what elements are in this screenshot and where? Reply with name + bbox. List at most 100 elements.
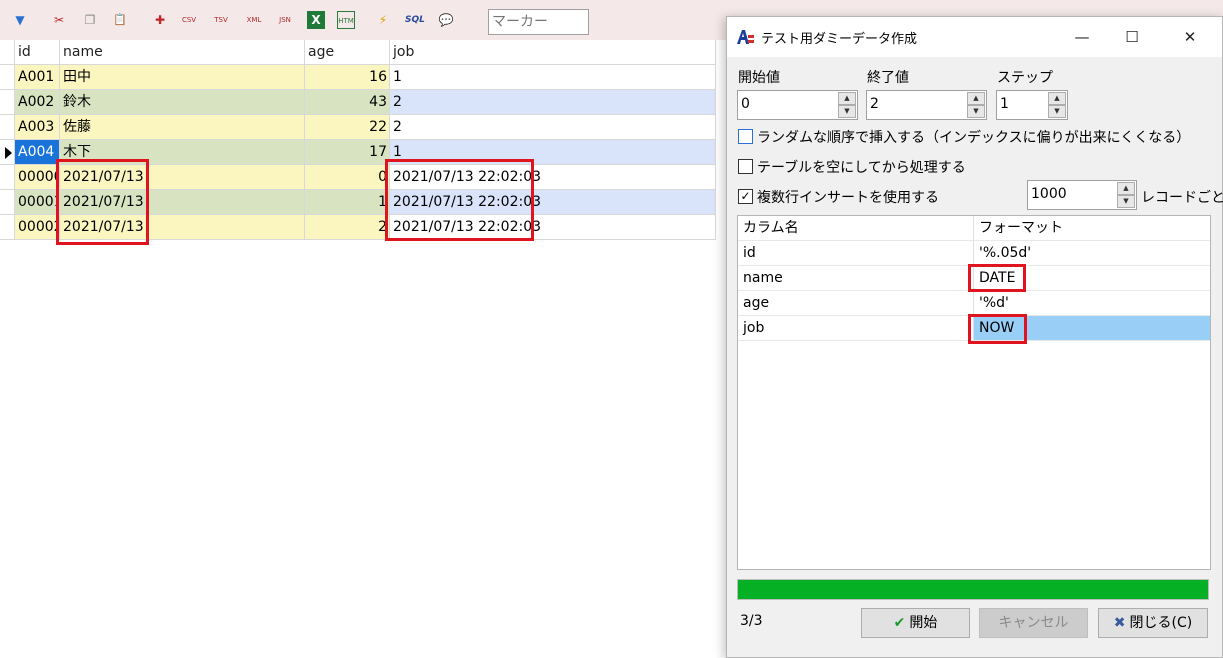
marker-input[interactable] (488, 9, 589, 35)
progress-count: 3/3 (740, 613, 763, 629)
sql-icon[interactable]: SQL (405, 11, 425, 29)
stepper-down-icon[interactable]: ▼ (967, 105, 985, 118)
cancel-button[interactable]: キャンセル (979, 608, 1088, 638)
column-header-id[interactable]: id (15, 40, 60, 65)
records-suffix-label: レコードごと (1141, 190, 1223, 206)
end-value-label: 終了値 (867, 70, 909, 86)
cell-id[interactable]: A003 (15, 115, 60, 140)
column-header-job[interactable]: job (390, 40, 716, 65)
add-row-icon[interactable]: ✚ (151, 11, 169, 29)
multi-insert-checkbox[interactable]: ✓ (738, 189, 753, 204)
column-format-header: カラム名 フォーマット (738, 216, 1210, 241)
stepper-up-icon[interactable]: ▲ (838, 92, 856, 105)
cell-id[interactable]: 00002 (15, 215, 60, 240)
cell-name[interactable]: 佐藤 (60, 115, 305, 140)
list-item[interactable]: age '%d' (738, 291, 1210, 316)
checkmark-icon: ✔ (893, 615, 906, 631)
cell-id[interactable]: 00001 (15, 190, 60, 215)
cell-job[interactable]: 2 (390, 115, 716, 140)
dialog-title: テスト用ダミーデータ作成 (761, 32, 918, 47)
filter-icon[interactable]: ▼ (11, 11, 29, 29)
highlight-box-name-column (56, 159, 149, 245)
column-name-cell[interactable]: name (738, 266, 974, 291)
dummy-data-dialog: テスト用ダミーデータ作成 — ☐ ✕ 開始値 終了値 ステップ 0 ▲ ▼ 2 ▲… (726, 16, 1223, 658)
stepper-up-icon[interactable]: ▲ (1048, 92, 1066, 105)
random-order-label: ランダムな順序で挿入する（インデックスに偏りが出来にくくなる） (757, 130, 1191, 146)
column-header-name[interactable]: name (60, 40, 305, 65)
stepper-down-icon[interactable]: ▼ (1117, 195, 1135, 208)
current-row-arrow-icon (5, 147, 12, 159)
html-icon[interactable]: HTM (337, 11, 355, 29)
highlight-box-job-column (385, 159, 534, 241)
clear-table-checkbox[interactable] (738, 159, 753, 174)
stepper-up-icon[interactable]: ▲ (1117, 182, 1135, 195)
stepper-up-icon[interactable]: ▲ (967, 92, 985, 105)
close-window-button[interactable]: ✕ (1167, 23, 1213, 51)
clear-table-label: テーブルを空にしてから処理する (757, 160, 966, 176)
paste-icon[interactable]: 📋 (111, 11, 129, 29)
row-indicator[interactable] (0, 190, 15, 215)
cell-age[interactable]: 17 (305, 140, 390, 165)
random-order-checkbox[interactable] (738, 129, 753, 144)
end-value-stepper[interactable]: 2 ▲ ▼ (866, 90, 987, 120)
stepper-down-icon[interactable]: ▼ (1048, 105, 1066, 118)
cell-age[interactable]: 0 (305, 165, 390, 190)
start-value-text[interactable]: 0 (741, 96, 750, 112)
cell-age[interactable]: 22 (305, 115, 390, 140)
column-name-cell[interactable]: id (738, 241, 974, 266)
cell-name[interactable]: 鈴木 (60, 90, 305, 115)
format-cell[interactable]: '%.05d' (974, 241, 1210, 266)
comment-icon[interactable]: 💬 (437, 11, 455, 29)
table-row[interactable]: A002 鈴木 43 2 (0, 90, 716, 115)
row-indicator[interactable] (0, 215, 15, 240)
start-button-label: 開始 (909, 615, 938, 631)
end-value-text[interactable]: 2 (870, 96, 879, 112)
cell-age[interactable]: 1 (305, 190, 390, 215)
table-row[interactable]: A001 田中 16 1 (0, 65, 716, 90)
cell-age[interactable]: 16 (305, 65, 390, 90)
column-name-header[interactable]: カラム名 (738, 216, 974, 241)
records-per-insert-value[interactable]: 1000 (1031, 186, 1067, 202)
export-xml-icon[interactable]: XML (245, 11, 263, 29)
start-value-label: 開始値 (738, 70, 780, 86)
step-stepper[interactable]: 1 ▲ ▼ (996, 90, 1068, 120)
row-indicator[interactable] (0, 115, 15, 140)
table-row[interactable]: A003 佐藤 22 2 (0, 115, 716, 140)
execute-icon[interactable]: ⚡ (374, 11, 392, 29)
minimize-button[interactable]: — (1059, 23, 1105, 51)
step-value-text[interactable]: 1 (1000, 96, 1009, 112)
stepper-down-icon[interactable]: ▼ (838, 105, 856, 118)
dialog-titlebar[interactable]: テスト用ダミーデータ作成 — ☐ ✕ (727, 17, 1222, 57)
export-json-icon[interactable]: JSN (276, 11, 294, 29)
row-indicator[interactable] (0, 140, 15, 165)
close-button[interactable]: ✖ 閉じる(C) (1098, 608, 1208, 638)
column-name-cell[interactable]: job (738, 316, 974, 341)
format-header[interactable]: フォーマット (974, 216, 1210, 241)
copy-icon[interactable]: ❐ (81, 11, 99, 29)
start-value-stepper[interactable]: 0 ▲ ▼ (737, 90, 858, 120)
cut-icon[interactable]: ✂ (50, 11, 68, 29)
list-item[interactable]: id '%.05d' (738, 241, 1210, 266)
records-per-insert-stepper[interactable]: 1000 ▲ ▼ (1027, 180, 1137, 210)
cell-job[interactable]: 1 (390, 65, 716, 90)
row-indicator[interactable] (0, 90, 15, 115)
cell-name[interactable]: 田中 (60, 65, 305, 90)
cell-job[interactable]: 2 (390, 90, 716, 115)
export-csv-icon[interactable]: CSV (180, 11, 198, 29)
row-indicator[interactable] (0, 165, 15, 190)
cell-id[interactable]: A002 (15, 90, 60, 115)
cell-id[interactable]: 00000 (15, 165, 60, 190)
format-cell[interactable]: '%d' (974, 291, 1210, 316)
cell-id-selected[interactable]: A004 (15, 140, 60, 165)
excel-icon[interactable]: X (307, 11, 325, 29)
row-indicator[interactable] (0, 65, 15, 90)
cell-id[interactable]: A001 (15, 65, 60, 90)
cell-age[interactable]: 43 (305, 90, 390, 115)
start-button[interactable]: ✔ 開始 (861, 608, 970, 638)
column-header-age[interactable]: age (305, 40, 390, 65)
close-x-icon: ✖ (1113, 615, 1126, 631)
maximize-button[interactable]: ☐ (1109, 23, 1155, 51)
cell-age[interactable]: 2 (305, 215, 390, 240)
export-tsv-icon[interactable]: TSV (212, 11, 230, 29)
column-name-cell[interactable]: age (738, 291, 974, 316)
